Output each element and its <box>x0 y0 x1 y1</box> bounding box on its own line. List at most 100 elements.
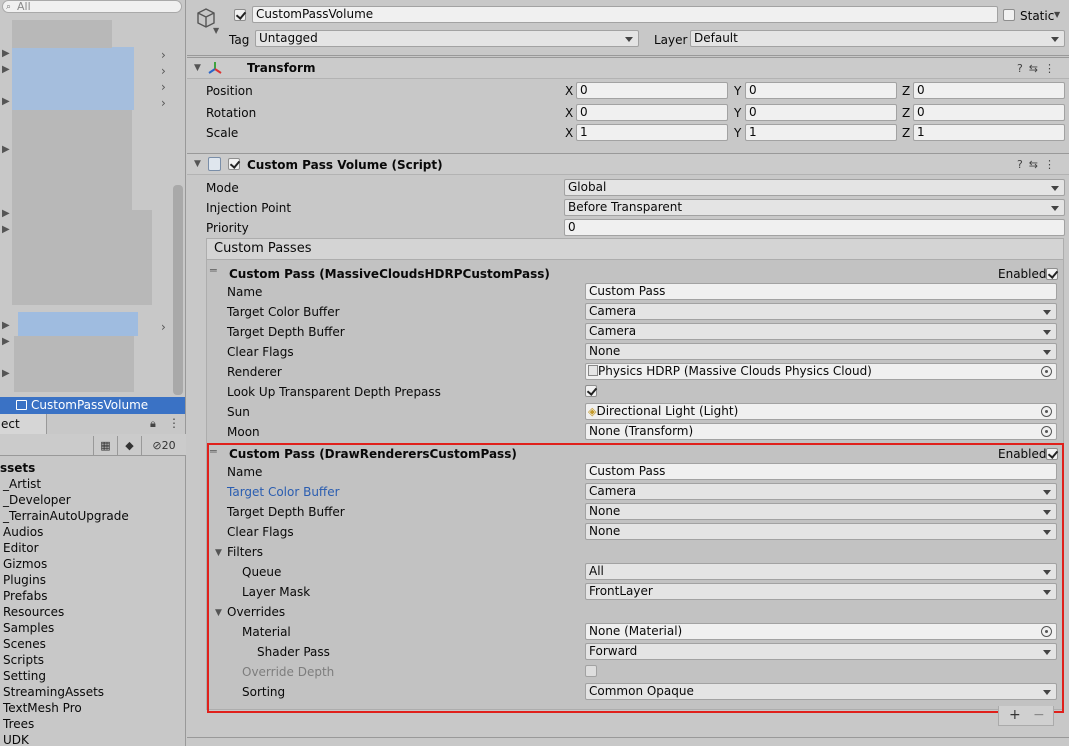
list-item[interactable]: Scenes <box>3 636 129 652</box>
object-name-field[interactable]: CustomPassVolume <box>252 6 998 23</box>
pass2-name-field[interactable]: Custom Pass <box>585 463 1057 480</box>
expand-arrow-icon[interactable]: ▶ <box>2 320 10 331</box>
chevron-right-icon[interactable]: › <box>161 64 166 78</box>
list-item[interactable]: UDK <box>3 732 129 746</box>
static-checkbox[interactable] <box>1003 9 1015 21</box>
scale-x-field[interactable]: 1 <box>576 124 728 141</box>
pass1-lookup-checkbox[interactable] <box>585 385 597 397</box>
object-picker-icon[interactable] <box>1041 406 1052 417</box>
shader-pass-dropdown[interactable]: Forward <box>585 643 1057 660</box>
position-y-field[interactable]: 0 <box>745 82 897 99</box>
chevron-down-icon[interactable]: ▼ <box>213 26 219 35</box>
component-enabled-checkbox[interactable] <box>228 158 240 170</box>
tag-dropdown[interactable]: Untagged <box>255 30 639 47</box>
filters-label[interactable]: Filters <box>227 545 263 559</box>
list-item[interactable]: Trees <box>3 716 129 732</box>
filters-foldout-icon[interactable]: ▼ <box>215 548 222 558</box>
remove-pass-button[interactable]: − <box>1033 706 1045 724</box>
list-item[interactable]: Samples <box>3 620 129 636</box>
expand-arrow-icon[interactable]: ▶ <box>2 144 10 155</box>
add-pass-button[interactable]: + <box>1009 706 1021 724</box>
overrides-label[interactable]: Overrides <box>227 605 285 619</box>
expand-arrow-icon[interactable]: ▶ <box>2 96 10 107</box>
mode-dropdown[interactable]: Global <box>564 179 1065 196</box>
list-item[interactable]: Plugins <box>3 572 129 588</box>
pass1-name-field[interactable]: Custom Pass <box>585 283 1057 300</box>
object-picker-icon[interactable] <box>1041 426 1052 437</box>
pass1-clear-flags-dropdown[interactable]: None <box>585 343 1057 360</box>
pass1-enabled-checkbox[interactable] <box>1046 268 1058 280</box>
hierarchy-search[interactable]: ⌕ All <box>2 0 182 13</box>
foldout-arrow-icon[interactable]: ▼ <box>194 63 201 73</box>
axis-x-label[interactable]: X <box>565 106 573 120</box>
filter-type-button[interactable]: ▦ <box>93 436 117 456</box>
list-item[interactable]: Setting <box>3 668 129 684</box>
expand-arrow-icon[interactable]: ▶ <box>2 64 10 75</box>
list-item[interactable]: Resources <box>3 604 129 620</box>
injection-point-dropdown[interactable]: Before Transparent <box>564 199 1065 216</box>
layer-mask-dropdown[interactable]: FrontLayer <box>585 583 1057 600</box>
pass2-color-buffer-dropdown[interactable]: Camera <box>585 483 1057 500</box>
pass1-depth-buffer-dropdown[interactable]: Camera <box>585 323 1057 340</box>
component-header-icons[interactable]: ?⇆⋮ <box>1017 158 1061 171</box>
foldout-arrow-icon[interactable]: ▼ <box>194 159 201 169</box>
sorting-dropdown[interactable]: Common Opaque <box>585 683 1057 700</box>
tab-project[interactable]: ect <box>0 414 47 434</box>
list-item[interactable]: Prefabs <box>3 588 129 604</box>
list-item[interactable]: _Artist <box>3 476 129 492</box>
axis-x-label[interactable]: X <box>565 84 573 98</box>
expand-arrow-icon[interactable]: ▶ <box>2 208 10 219</box>
filter-label-button[interactable]: ◆ <box>117 436 141 456</box>
active-checkbox[interactable] <box>234 9 246 21</box>
position-z-field[interactable]: 0 <box>913 82 1065 99</box>
drag-handle-icon[interactable]: ═ <box>210 264 217 277</box>
list-item[interactable]: TextMesh Pro <box>3 700 129 716</box>
axis-x-label[interactable]: X <box>565 126 573 140</box>
expand-arrow-icon[interactable]: ▶ <box>2 336 10 347</box>
scale-y-field[interactable]: 1 <box>745 124 897 141</box>
transform-header[interactable]: ▼ Transform ?⇆⋮ <box>187 57 1069 79</box>
object-picker-icon[interactable] <box>1041 626 1052 637</box>
expand-arrow-icon[interactable]: ▶ <box>2 368 10 379</box>
scale-z-field[interactable]: 1 <box>913 124 1065 141</box>
pass2-clear-flags-dropdown[interactable]: None <box>585 523 1057 540</box>
chevron-right-icon[interactable]: › <box>161 48 166 62</box>
axis-y-label[interactable]: Y <box>734 84 741 98</box>
static-dropdown-icon[interactable]: ▼ <box>1054 10 1060 19</box>
rotation-x-field[interactable]: 0 <box>576 104 728 121</box>
axis-z-label[interactable]: Z <box>902 106 910 120</box>
chevron-right-icon[interactable]: › <box>161 96 166 110</box>
rotation-z-field[interactable]: 0 <box>913 104 1065 121</box>
axis-z-label[interactable]: Z <box>902 84 910 98</box>
menu-icon[interactable]: ⋮ <box>168 416 180 430</box>
chevron-right-icon[interactable]: › <box>161 80 166 94</box>
drag-handle-icon[interactable]: ═ <box>210 445 217 458</box>
list-item[interactable]: Scripts <box>3 652 129 668</box>
list-item[interactable]: Editor <box>3 540 129 556</box>
position-x-field[interactable]: 0 <box>576 82 728 99</box>
expand-arrow-icon[interactable]: ▶ <box>2 224 10 235</box>
lock-icon[interactable]: 🔒︎ <box>150 417 156 431</box>
object-picker-icon[interactable] <box>1041 366 1052 377</box>
pass1-moon-field[interactable]: None (Transform) <box>585 423 1057 440</box>
pass1-color-buffer-dropdown[interactable]: Camera <box>585 303 1057 320</box>
axis-y-label[interactable]: Y <box>734 126 741 140</box>
chevron-right-icon[interactable]: › <box>161 320 166 334</box>
hierarchy-selected-item[interactable]: CustomPassVolume <box>0 397 185 414</box>
queue-dropdown[interactable]: All <box>585 563 1057 580</box>
material-field[interactable]: None (Material) <box>585 623 1057 640</box>
component-header-icons[interactable]: ?⇆⋮ <box>1017 62 1061 75</box>
layer-dropdown[interactable]: Default <box>690 30 1065 47</box>
pass2-depth-buffer-dropdown[interactable]: None <box>585 503 1057 520</box>
list-item[interactable]: _Developer <box>3 492 129 508</box>
expand-arrow-icon[interactable]: ▶ <box>2 48 10 59</box>
project-root-folder[interactable]: ssets <box>0 460 129 476</box>
pass1-sun-field[interactable]: ◈Directional Light (Light) <box>585 403 1057 420</box>
hierarchy-scrollbar[interactable] <box>173 185 183 395</box>
list-item[interactable]: Gizmos <box>3 556 129 572</box>
rotation-y-field[interactable]: 0 <box>745 104 897 121</box>
override-depth-checkbox[interactable] <box>585 665 597 677</box>
custom-pass-volume-header[interactable]: ▼ Custom Pass Volume (Script) ?⇆⋮ <box>187 153 1069 175</box>
list-item[interactable]: _TerrainAutoUpgrade <box>3 508 129 524</box>
list-item[interactable]: StreamingAssets <box>3 684 129 700</box>
